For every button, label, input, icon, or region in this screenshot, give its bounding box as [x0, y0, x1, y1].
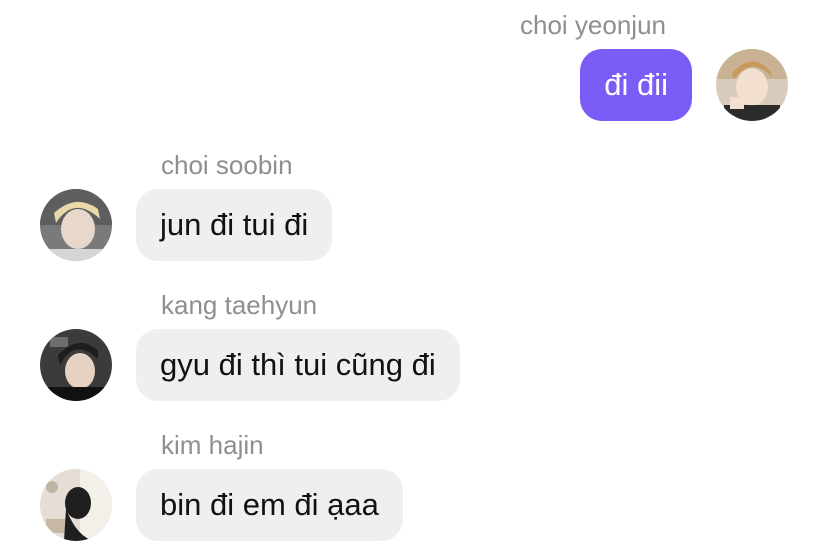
message-bubble[interactable]: đi đii: [580, 49, 692, 121]
message-bubble[interactable]: gyu đi thì tui cũng đi: [136, 329, 460, 401]
sender-name: choi soobin: [161, 150, 293, 180]
sender-name: kang taehyun: [161, 290, 318, 320]
avatar[interactable]: [40, 329, 112, 401]
message-bubble[interactable]: bin đi em đi ạaa: [136, 469, 403, 541]
avatar[interactable]: [40, 189, 112, 261]
avatar[interactable]: [40, 469, 112, 541]
sender-name: choi yeonjun: [520, 10, 666, 40]
avatar[interactable]: [716, 49, 788, 121]
sender-name: kim hajin: [161, 430, 264, 460]
message-bubble[interactable]: jun đi tui đi: [136, 189, 333, 261]
